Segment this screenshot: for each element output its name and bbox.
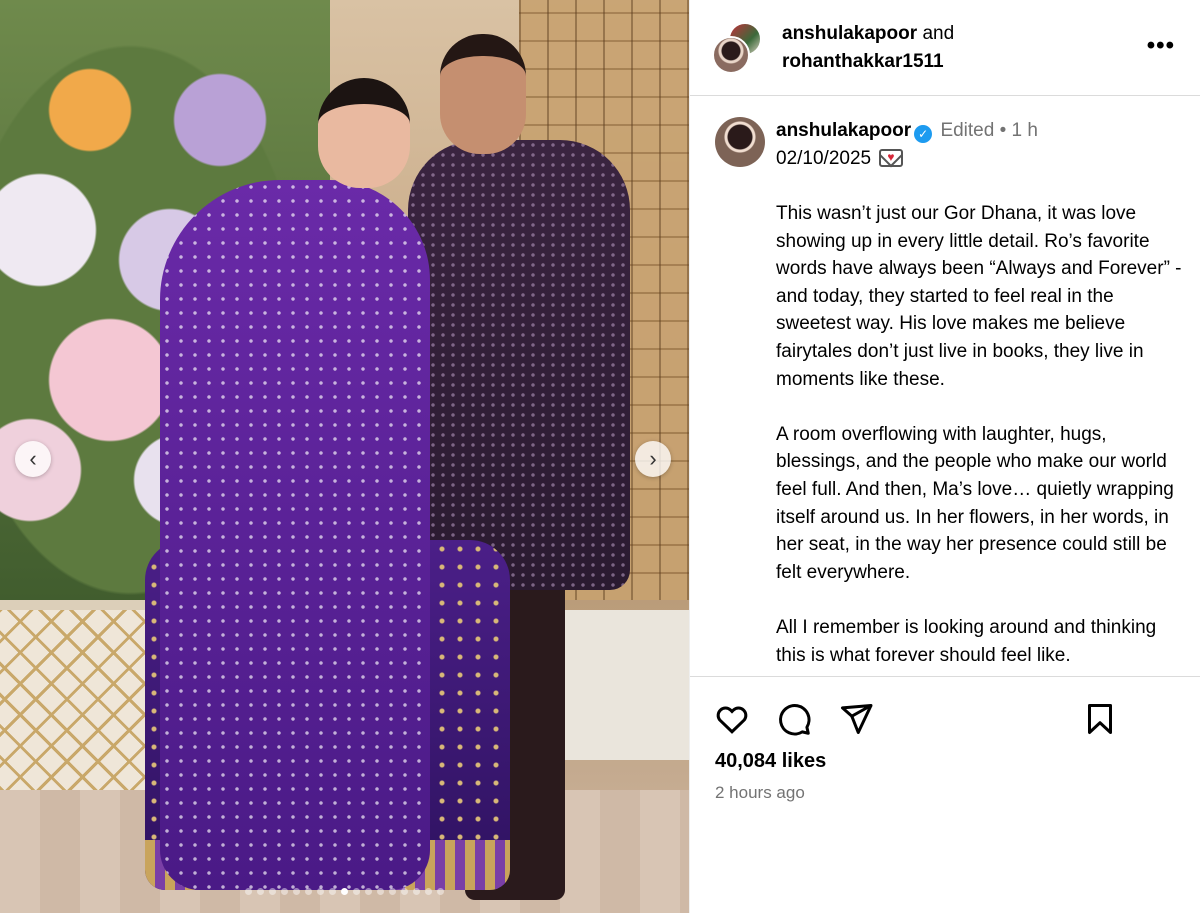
conjunction-text: and: [922, 23, 955, 44]
post-side-panel: anshulakapoor and rohanthakkar1511 ••• a…: [689, 0, 1200, 913]
post-timestamp[interactable]: 2 hours ago: [715, 783, 805, 803]
carousel-dot: [377, 888, 384, 895]
action-bar: 40,084 likes 2 hours ago: [690, 676, 1200, 913]
carousel-dot: [353, 888, 360, 895]
likes-count[interactable]: 40,084 likes: [715, 750, 826, 773]
carousel-dot: [413, 888, 420, 895]
username-link[interactable]: rohanthakkar1511: [782, 51, 944, 72]
caption-author-line: anshulakapoor ✓ Edited • 1 h: [776, 117, 1038, 145]
bench: [555, 610, 689, 760]
more-options-button[interactable]: •••: [1147, 32, 1175, 60]
carousel-dot: [317, 888, 324, 895]
caption-paragraph: This wasn’t just our Gor Dhana, it was l…: [776, 203, 1182, 390]
caption-area: anshulakapoor ✓ Edited • 1 h 02/10/2025 ♥…: [690, 97, 1200, 675]
carousel-dot: [389, 888, 396, 895]
separator: •: [999, 120, 1007, 141]
carousel-dot: [257, 888, 264, 895]
carousel-dot: [425, 888, 432, 895]
chevron-right-icon: ›: [649, 446, 657, 471]
carousel-dot: [401, 888, 408, 895]
carousel-dot: [245, 888, 252, 895]
carousel-dot: [329, 888, 336, 895]
comment-icon[interactable]: [776, 701, 812, 737]
carousel-dot: [365, 888, 372, 895]
caption-paragraph: A room overflowing with laughter, hugs, …: [776, 423, 1174, 583]
username-link[interactable]: anshulakapoor: [782, 23, 917, 44]
collab-avatars[interactable]: [712, 20, 766, 74]
love-letter-icon: ♥: [879, 149, 904, 167]
chevron-left-icon: ‹: [29, 446, 37, 471]
edited-label: Edited: [940, 120, 995, 141]
verified-badge-icon: ✓: [914, 125, 933, 143]
carousel-dot: [341, 888, 348, 895]
caption-date: 02/10/2025: [776, 148, 872, 169]
avatar[interactable]: [712, 36, 750, 74]
carousel-dot: [305, 888, 312, 895]
instagram-post: ‹ › anshulakapoor and rohanthakkar1511 •…: [0, 0, 1200, 913]
avatar[interactable]: [715, 117, 765, 167]
carousel-dot: [293, 888, 300, 895]
collab-usernames: anshulakapoor and rohanthakkar1511: [782, 20, 954, 76]
carousel-dots: [0, 888, 689, 895]
man-figure: [408, 140, 630, 590]
carousel-dot: [437, 888, 444, 895]
author-username[interactable]: anshulakapoor: [776, 120, 911, 141]
heart-icon[interactable]: [714, 701, 750, 737]
bookmark-icon[interactable]: [1082, 701, 1118, 737]
post-photo[interactable]: ‹ ›: [0, 0, 689, 913]
caption-text: This wasn’t just our Gor Dhana, it was l…: [776, 200, 1186, 675]
post-header: anshulakapoor and rohanthakkar1511 •••: [690, 0, 1200, 96]
caption-paragraph: All I remember is looking around and thi…: [776, 616, 1157, 666]
carousel-dot: [269, 888, 276, 895]
post-age[interactable]: 1 h: [1012, 120, 1038, 141]
carousel-prev-button[interactable]: ‹: [15, 441, 51, 477]
carousel-next-button[interactable]: ›: [635, 441, 671, 477]
carousel-dot: [281, 888, 288, 895]
side-table: [0, 600, 165, 790]
caption-date-line: 02/10/2025 ♥: [776, 145, 904, 173]
share-icon[interactable]: [838, 701, 874, 737]
